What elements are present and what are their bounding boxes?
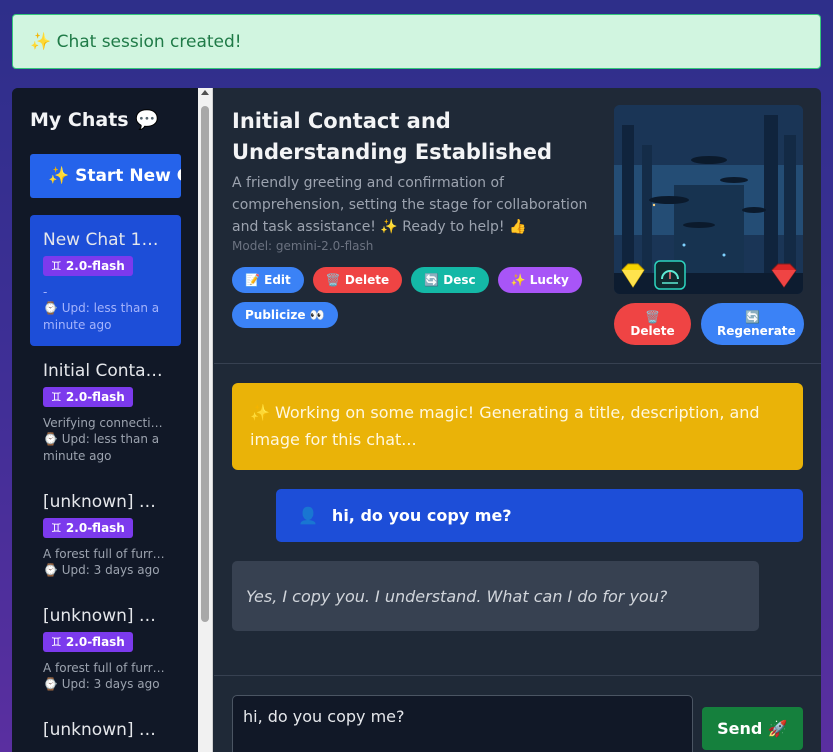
chat-app: My Chats 💬 ✨ Start New Chat New Chat 174… (12, 88, 821, 752)
trash-icon: 🗑️ (645, 310, 660, 324)
chat-list: New Chat 1740000000000 ♊ 2.0-flash - ⌚ U… (30, 215, 181, 752)
regenerate-desc-button[interactable]: 🔄 Desc (411, 267, 489, 293)
chat-list-item[interactable]: Initial Contact and Understanding Establ… (30, 346, 181, 477)
sidebar-title: My Chats 💬 (30, 109, 159, 131)
chat-list-item[interactable]: [unknown] Whispering Woods (30, 705, 181, 752)
chat-cover-image (614, 105, 803, 294)
image-actions: 🗑️ Delete 🔄 Regenerate (614, 303, 804, 345)
user-message-text: hi, do you copy me? (331, 506, 512, 525)
scrollbar-thumb[interactable] (201, 106, 209, 622)
assistant-message: Yes, I copy you. I understand. What can … (232, 561, 759, 631)
chat-title: [unknown] Whispering Woods (43, 606, 168, 626)
chat-list-item[interactable]: [unknown] Whispering Woods ♊ 2.0-flash A… (30, 477, 181, 591)
assistant-message-text: Yes, I copy you. I understand. What can … (246, 586, 668, 606)
success-toast: ✨ Chat session created! (12, 14, 821, 69)
sidebar: My Chats 💬 ✨ Start New Chat New Chat 174… (12, 88, 198, 752)
user-avatar-icon: 👤 (298, 506, 318, 525)
delete-chat-button[interactable]: 🗑️ Delete (312, 267, 403, 293)
chat-title: Initial Contact and Understanding Establ… (43, 361, 168, 381)
chat-header: Initial Contact and Understanding Establ… (214, 88, 821, 364)
message-input[interactable]: hi, do you copy me? (232, 695, 693, 752)
chat-updated: ⌚ Upd: less than a minute ago (43, 301, 160, 332)
chat-main: Initial Contact and Understanding Establ… (214, 88, 821, 752)
regenerate-image-button[interactable]: 🔄 Regenerate (701, 303, 804, 345)
regenerate-image-label: Regenerate (717, 324, 796, 338)
chat-preview: Verifying connection and understanding (43, 416, 168, 430)
user-message: 👤 hi, do you copy me? (276, 489, 803, 542)
start-new-chat-button[interactable]: ✨ Start New Chat (30, 154, 181, 198)
edit-button[interactable]: 📝 Edit (232, 267, 304, 293)
send-button[interactable]: Send 🚀 (702, 707, 803, 750)
chat-preview: A forest full of furry friends (43, 661, 168, 675)
message-composer: hi, do you copy me? Send 🚀 (214, 675, 821, 752)
message-thread: ✨ Working on some magic! Generating a ti… (214, 364, 821, 675)
chat-title: New Chat 1740000000000 (43, 230, 168, 250)
chat-updated: ⌚ Upd: 3 days ago (43, 677, 160, 691)
generating-status: ✨ Working on some magic! Generating a ti… (232, 383, 803, 470)
chat-title: [unknown] Whispering Woods (43, 720, 168, 740)
model-badge: ♊ 2.0-flash (43, 256, 133, 276)
gauge-icon[interactable] (654, 260, 686, 290)
chat-preview: - (43, 285, 48, 299)
chat-preview: A forest full of furry friends (43, 547, 168, 561)
model-badge: ♊ 2.0-flash (43, 387, 133, 407)
red-gem-icon[interactable] (768, 260, 800, 290)
chat-title: [unknown] Whispering Woods (43, 492, 168, 512)
chat-list-item[interactable]: [unknown] Whispering Woods ♊ 2.0-flash A… (30, 591, 181, 705)
model-badge: ♊ 2.0-flash (43, 518, 133, 538)
gold-gem-icon[interactable] (618, 260, 648, 290)
chat-updated: ⌚ Upd: less than a minute ago (43, 432, 160, 463)
model-badge: ♊ 2.0-flash (43, 632, 133, 652)
chat-actions: 📝 Edit 🗑️ Delete 🔄 Desc ✨ Lucky Publiciz… (232, 267, 592, 328)
scroll-up-arrow-icon[interactable] (201, 90, 209, 95)
delete-image-button[interactable]: 🗑️ Delete (614, 303, 691, 345)
chat-description: A friendly greeting and confirmation of … (232, 175, 588, 235)
chat-updated: ⌚ Upd: 3 days ago (43, 563, 160, 577)
toast-text: ✨ Chat session created! (30, 31, 242, 52)
chat-heading: Initial Contact and Understanding Establ… (232, 109, 553, 164)
refresh-icon: 🔄 (745, 310, 760, 324)
publicize-button[interactable]: Publicize 👀 (232, 302, 338, 328)
delete-image-label: Delete (630, 324, 675, 338)
sidebar-scrollbar[interactable] (198, 88, 213, 752)
chat-list-item[interactable]: New Chat 1740000000000 ♊ 2.0-flash - ⌚ U… (30, 215, 181, 346)
lucky-button[interactable]: ✨ Lucky (497, 267, 582, 293)
